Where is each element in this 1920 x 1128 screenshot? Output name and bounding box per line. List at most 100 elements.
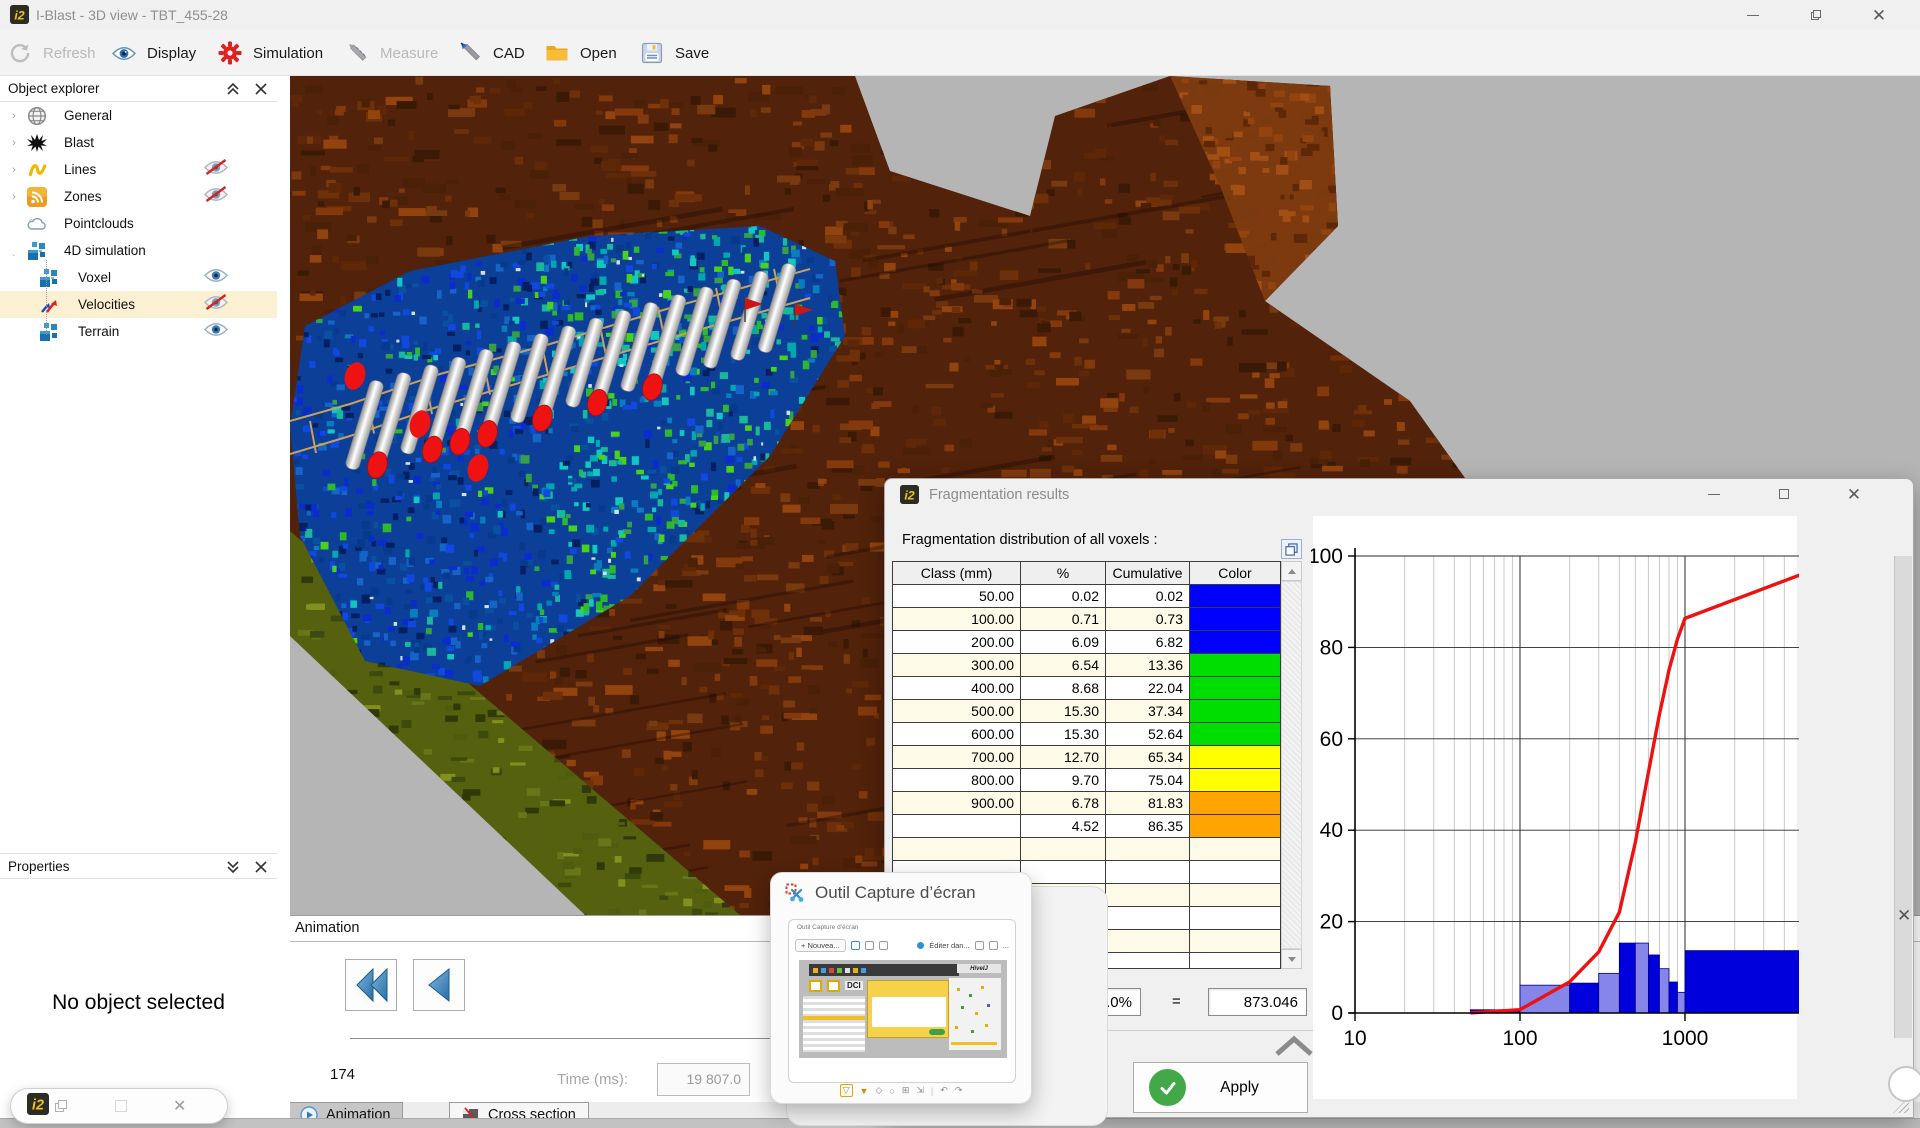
funnel-icon[interactable]: ▼ — [860, 1086, 869, 1096]
sidebar-item-lines[interactable]: ›Lines — [0, 156, 277, 183]
titlebar[interactable]: i2 I-Blast - 3D view - TBT_455-28 ✕ — [0, 0, 1920, 30]
toolbar-button-label: CAD — [493, 45, 525, 62]
edge-round-button[interactable] — [1888, 1066, 1920, 1102]
collapse-panel-button[interactable] — [1273, 1034, 1315, 1063]
snipping-tool-preview[interactable]: Outil Capture d’écran Outil Capture d’éc… — [770, 872, 1032, 1104]
refresh-icon — [8, 41, 32, 65]
sidebar-item-4d-simulation[interactable]: ˎ4D simulation — [0, 237, 277, 264]
sidebar-item-velocities[interactable]: Velocities — [0, 291, 277, 318]
sidebar: Object explorer ›General›Blast›Lines›Zon… — [0, 76, 290, 1128]
table-row[interactable]: 100.000.710.73 — [893, 608, 1280, 631]
mini-print-icon — [975, 941, 984, 950]
sidebar-item-terrain[interactable]: Terrain — [0, 318, 277, 345]
table-row[interactable]: 800.009.7075.04 — [893, 769, 1280, 792]
expand-properties-button[interactable] — [222, 857, 244, 877]
table-scrollbar[interactable] — [1281, 561, 1302, 969]
close-button[interactable]: ✕ — [1856, 0, 1902, 30]
funnel-selected-icon[interactable]: ▽ — [840, 1084, 853, 1097]
sidebar-item-voxel[interactable]: Voxel — [0, 264, 277, 291]
apply-button[interactable]: Apply — [1133, 1062, 1308, 1113]
snipping-tool-window-thumbnail[interactable]: Outil Capture d’écran + Nouvea... Éditer… — [788, 919, 1016, 1083]
minimize-button[interactable] — [1730, 0, 1776, 30]
voxel-icon — [26, 241, 48, 261]
scrollbar-track[interactable] — [1281, 581, 1302, 949]
i-blast-logo-icon: i2 — [27, 1093, 49, 1120]
scroll-up-button[interactable] — [1281, 561, 1302, 581]
eye-hidden-icon[interactable] — [204, 159, 230, 179]
toolbar-button-open[interactable]: Open — [545, 30, 617, 76]
properties-close-button[interactable] — [250, 857, 272, 877]
toolbar-button-save[interactable]: Save — [640, 30, 709, 76]
column-header-cumulative[interactable]: Cumulative — [1106, 562, 1190, 585]
expander-collapsed-icon[interactable]: › — [6, 137, 22, 149]
step-back-button[interactable] — [413, 959, 465, 1011]
table-row[interactable]: 400.008.6822.04 — [893, 677, 1280, 700]
column-header-color[interactable]: Color — [1190, 562, 1280, 585]
thumb-dci-label: DCI — [845, 981, 863, 990]
expander-collapsed-icon[interactable]: › — [6, 164, 22, 176]
table-row[interactable]: 50.000.020.02 — [893, 585, 1280, 608]
column-header--[interactable]: % — [1021, 562, 1106, 585]
left-triangle-icon — [419, 965, 459, 1005]
shapes-icon[interactable]: ○ — [889, 1086, 894, 1096]
eye-hidden-icon[interactable] — [204, 186, 230, 206]
dialog-maximize-button[interactable] — [1761, 479, 1807, 509]
table-row[interactable]: 900.006.7881.83 — [893, 792, 1280, 815]
maximize-icon[interactable] — [115, 1100, 127, 1112]
table-row[interactable]: 500.0015.3037.34 — [893, 700, 1280, 723]
sidebar-item-pointclouds[interactable]: Pointclouds — [0, 210, 277, 237]
close-icon[interactable]: ✕ — [173, 1096, 186, 1116]
cell-pct: 15.30 — [1021, 723, 1106, 746]
time-input[interactable]: 19 807.0 — [657, 1063, 750, 1096]
expander-expanded-icon[interactable]: ˎ — [6, 245, 22, 257]
copy-table-button[interactable] — [1281, 539, 1302, 559]
toolbar-button-simulation[interactable]: Simulation — [218, 30, 323, 76]
cell-class: 300.00 — [893, 654, 1021, 677]
collapse-all-button[interactable] — [222, 79, 244, 99]
redo-icon[interactable]: ↷ — [955, 1085, 963, 1096]
cell-cum: 75.04 — [1106, 769, 1190, 792]
properties-title: Properties — [8, 859, 70, 874]
eraser-icon[interactable]: ◇ — [875, 1085, 882, 1096]
rewind-to-start-button[interactable] — [345, 959, 397, 1011]
taskbar-thumbnail-window[interactable]: i2 ✕ — [10, 1088, 228, 1124]
app-logo-icon: i2 — [10, 5, 29, 29]
blast-icon — [26, 133, 48, 153]
table-row[interactable]: 700.0012.7065.34 — [893, 746, 1280, 769]
restore-button[interactable] — [1793, 0, 1839, 30]
table-row[interactable]: 200.006.096.82 — [893, 631, 1280, 654]
edge-close-icon[interactable]: ✕ — [1897, 906, 1911, 926]
sidebar-item-zones[interactable]: ›Zones — [0, 183, 277, 210]
column-header-class-mm-[interactable]: Class (mm) — [893, 562, 1021, 585]
table-row[interactable]: 600.0015.3052.64 — [893, 723, 1280, 746]
terrain-icon — [38, 322, 60, 342]
table-row[interactable]: 300.006.5413.36 — [893, 654, 1280, 677]
dialog-close-button[interactable]: ✕ — [1831, 479, 1877, 509]
dialog-titlebar[interactable]: i2 Fragmentation results ✕ — [885, 479, 1913, 511]
sidebar-item-label: Voxel — [78, 270, 111, 285]
expand-icon[interactable]: ⇲ — [916, 1085, 924, 1096]
sidebar-item-general[interactable]: ›General — [0, 102, 277, 129]
cell-class: 50.00 — [893, 585, 1021, 608]
passing-size-input[interactable]: 873.046 — [1208, 988, 1307, 1016]
crop-icon[interactable]: ⊞ — [902, 1085, 910, 1096]
table-row[interactable]: 4.5286.35 — [893, 815, 1280, 838]
object-explorer-close-button[interactable] — [250, 79, 272, 99]
cell-color-swatch — [1190, 585, 1280, 608]
toolbar-button-cad[interactable]: CAD — [458, 30, 525, 76]
dialog-minimize-button[interactable] — [1691, 479, 1737, 509]
toolbar-button-label: Display — [147, 45, 196, 62]
cell-class: 700.00 — [893, 746, 1021, 769]
sidebar-item-blast[interactable]: ›Blast — [0, 129, 277, 156]
eye-visible-icon[interactable] — [204, 321, 230, 341]
eye-visible-icon[interactable] — [204, 267, 230, 287]
cell-cum: 37.34 — [1106, 700, 1190, 723]
table-empty-row — [893, 838, 1280, 861]
eye-hidden-icon[interactable] — [204, 294, 230, 314]
expander-collapsed-icon[interactable]: › — [6, 191, 22, 203]
double-chevron-up-icon — [225, 81, 241, 97]
toolbar-button-display[interactable]: Display — [112, 30, 196, 76]
expander-collapsed-icon[interactable]: › — [6, 110, 22, 122]
scroll-down-button[interactable] — [1281, 949, 1302, 969]
undo-icon[interactable]: ↶ — [940, 1085, 948, 1096]
